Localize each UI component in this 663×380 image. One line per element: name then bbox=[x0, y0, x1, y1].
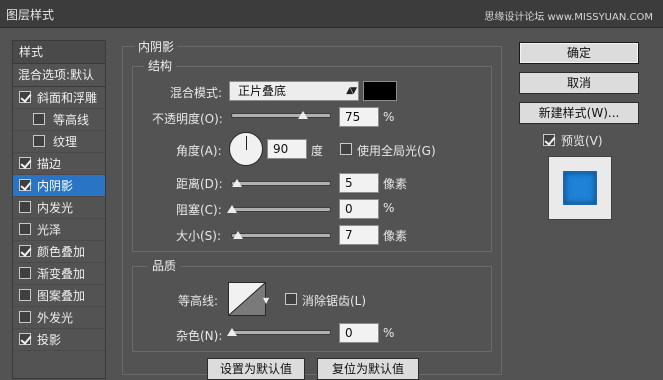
style-item[interactable]: 颜色叠加 bbox=[13, 241, 105, 263]
style-item-label: 颜色叠加 bbox=[37, 245, 86, 259]
style-item-label: 斜面和浮雕 bbox=[37, 91, 98, 105]
style-item-label: 外发光 bbox=[37, 311, 74, 325]
blend-mode-label: 混合模式: bbox=[170, 86, 223, 100]
angle-input[interactable]: 90 bbox=[267, 139, 307, 159]
contour-label: 等高线: bbox=[178, 294, 219, 308]
preview-swatch bbox=[563, 171, 597, 205]
ok-button[interactable]: 确定 bbox=[519, 42, 639, 64]
linear-contour-icon bbox=[229, 283, 265, 315]
styles-list: 样式 混合选项:默认 斜面和浮雕等高线纹理描边内阴影内发光光泽颜色叠加渐变叠加图… bbox=[12, 40, 106, 379]
blend-mode-select[interactable]: 正片叠底 ▲▼ bbox=[229, 81, 359, 101]
style-item-checkbox[interactable] bbox=[19, 223, 31, 235]
style-item-label: 纹理 bbox=[53, 135, 78, 149]
distance-unit: 像素 bbox=[383, 177, 408, 191]
noise-unit: % bbox=[383, 326, 395, 340]
new-style-button[interactable]: 新建样式(W)... bbox=[519, 102, 639, 124]
choke-slider-thumb[interactable] bbox=[227, 205, 237, 213]
distance-label: 距离(D): bbox=[176, 177, 223, 191]
style-item[interactable]: 外发光 bbox=[13, 307, 105, 329]
anti-alias-label: 消除锯齿(L) bbox=[302, 294, 367, 308]
style-item[interactable]: 内发光 bbox=[13, 197, 105, 219]
structure-title: 结构 bbox=[144, 57, 177, 74]
style-item[interactable]: 渐变叠加 bbox=[13, 263, 105, 285]
style-item-label: 内阴影 bbox=[37, 179, 74, 193]
style-item-checkbox[interactable] bbox=[19, 289, 31, 301]
global-light-checkbox[interactable] bbox=[340, 143, 352, 155]
angle-dial[interactable] bbox=[229, 132, 263, 166]
style-item-checkbox[interactable] bbox=[19, 333, 31, 345]
noise-slider-thumb[interactable] bbox=[227, 328, 237, 336]
global-light-label: 使用全局光(G) bbox=[357, 144, 436, 158]
choke-slider-track[interactable] bbox=[231, 207, 331, 212]
opacity-slider-track[interactable] bbox=[231, 113, 331, 118]
style-item-checkbox[interactable] bbox=[19, 91, 31, 103]
style-item-label: 光泽 bbox=[37, 223, 62, 237]
preview-label: 预览(V) bbox=[561, 134, 603, 148]
size-slider-thumb[interactable] bbox=[233, 231, 243, 239]
style-item-checkbox[interactable] bbox=[19, 179, 31, 191]
window-title: 图层样式 bbox=[6, 8, 55, 22]
opacity-input[interactable]: 75 bbox=[339, 107, 379, 127]
style-item[interactable]: 光泽 bbox=[13, 219, 105, 241]
styles-header[interactable]: 样式 bbox=[13, 41, 105, 64]
style-item-checkbox[interactable] bbox=[19, 267, 31, 279]
opacity-unit: % bbox=[383, 110, 395, 124]
anti-alias-checkbox[interactable] bbox=[285, 293, 297, 305]
style-item-label: 内发光 bbox=[37, 201, 74, 215]
inner-shadow-title: 内阴影 bbox=[134, 38, 179, 55]
angle-unit: 度 bbox=[311, 144, 324, 158]
shadow-color-swatch[interactable] bbox=[363, 81, 397, 101]
blend-options-item[interactable]: 混合选项:默认 bbox=[13, 64, 105, 87]
style-item[interactable]: 内阴影 bbox=[13, 175, 105, 197]
style-preview bbox=[548, 156, 612, 220]
size-unit: 像素 bbox=[383, 229, 408, 243]
style-item[interactable]: 等高线 bbox=[13, 109, 105, 131]
style-item-label: 描边 bbox=[37, 157, 62, 171]
style-item[interactable]: 投影 bbox=[13, 329, 105, 351]
choke-unit: % bbox=[383, 201, 395, 215]
style-item-label: 渐变叠加 bbox=[37, 267, 86, 281]
distance-slider-track[interactable] bbox=[231, 181, 331, 186]
angle-dial-hand bbox=[246, 136, 247, 150]
blend-mode-value: 正片叠底 bbox=[238, 84, 287, 98]
opacity-slider-thumb[interactable] bbox=[298, 111, 308, 119]
style-item-label: 投影 bbox=[37, 333, 62, 347]
style-item-checkbox[interactable] bbox=[33, 135, 45, 147]
style-item-checkbox[interactable] bbox=[33, 113, 45, 125]
style-item-checkbox[interactable] bbox=[19, 201, 31, 213]
style-item[interactable]: 纹理 bbox=[13, 131, 105, 153]
style-item[interactable]: 描边 bbox=[13, 153, 105, 175]
size-label: 大小(S): bbox=[176, 229, 222, 243]
watermark-text: 思缘设计论坛 www.MISSYUAN.COM bbox=[484, 12, 653, 23]
contour-picker[interactable] bbox=[228, 282, 266, 316]
distance-slider-thumb[interactable] bbox=[232, 179, 242, 187]
cancel-button[interactable]: 取消 bbox=[519, 72, 639, 94]
title-bar: 图层样式 思缘设计论坛 www.MISSYUAN.COM bbox=[0, 0, 663, 28]
distance-input[interactable]: 5 bbox=[339, 173, 379, 193]
size-input[interactable]: 7 bbox=[339, 225, 379, 245]
noise-slider-track[interactable] bbox=[231, 330, 331, 335]
style-item[interactable]: 斜面和浮雕 bbox=[13, 87, 105, 109]
noise-input[interactable]: 0 bbox=[339, 323, 379, 343]
choke-input[interactable]: 0 bbox=[339, 199, 379, 219]
style-item-checkbox[interactable] bbox=[19, 311, 31, 323]
reset-default-button[interactable]: 复位为默认值 bbox=[317, 358, 419, 380]
style-item-label: 等高线 bbox=[53, 113, 90, 127]
choke-label: 阻塞(C): bbox=[176, 203, 222, 217]
opacity-label: 不透明度(O): bbox=[152, 112, 223, 126]
size-slider-track[interactable] bbox=[231, 233, 331, 238]
updown-arrows-icon: ▲▼ bbox=[346, 86, 357, 96]
style-item[interactable]: 图案叠加 bbox=[13, 285, 105, 307]
noise-label: 杂色(N): bbox=[176, 329, 223, 343]
contour-dropdown-arrow-icon[interactable]: ▼ bbox=[263, 296, 269, 305]
set-default-button[interactable]: 设置为默认值 bbox=[207, 358, 305, 380]
preview-checkbox[interactable] bbox=[543, 134, 555, 146]
style-item-checkbox[interactable] bbox=[19, 245, 31, 257]
quality-title: 品质 bbox=[148, 257, 181, 274]
style-item-checkbox[interactable] bbox=[19, 157, 31, 169]
angle-label: 角度(A): bbox=[176, 144, 222, 158]
style-item-label: 图案叠加 bbox=[37, 289, 86, 303]
